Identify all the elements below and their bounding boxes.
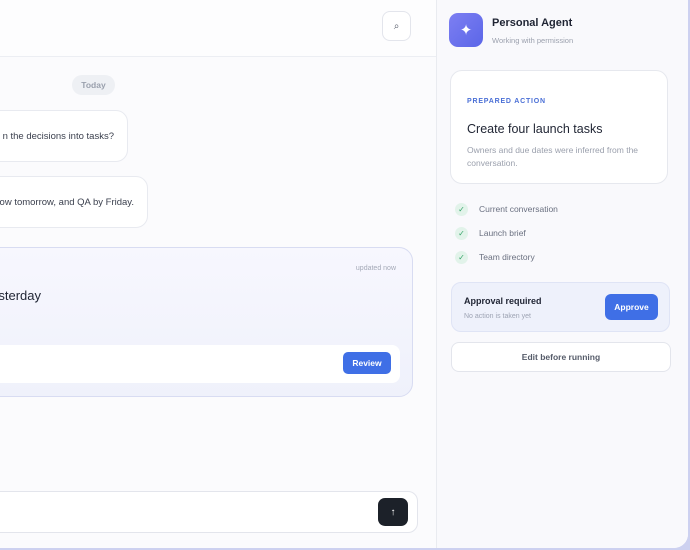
check-icon: ✓ xyxy=(455,250,468,264)
send-button[interactable]: ↑ xyxy=(378,498,408,526)
chat-main: ⌕ Today n the decisions into tasks? ow t… xyxy=(0,0,436,548)
check-icon: ✓ xyxy=(455,226,468,240)
agent-status: Working with permission xyxy=(492,36,574,45)
context-label: Current conversation xyxy=(479,204,558,214)
action-title: Create four launch tasks xyxy=(467,122,603,136)
edit-before-running-button[interactable]: Edit before running xyxy=(451,342,671,372)
context-item: ✓ Current conversation xyxy=(455,202,558,216)
message-text: n the decisions into tasks? xyxy=(2,130,114,142)
agent-name: Personal Agent xyxy=(492,17,573,29)
search-icon: ⌕ xyxy=(393,20,400,32)
context-item: ✓ Team directory xyxy=(455,250,535,264)
message-composer[interactable]: ↑ xyxy=(0,491,418,533)
arrow-up-icon: ↑ xyxy=(390,506,396,518)
prepared-action-card: PREPARED ACTION Create four launch tasks… xyxy=(450,70,668,184)
app-window: ⌕ Today n the decisions into tasks? ow t… xyxy=(0,0,688,548)
approval-title: Approval required xyxy=(464,296,542,306)
chat-header: ⌕ xyxy=(0,0,436,57)
sparkle-icon: ✦ xyxy=(449,13,483,47)
card-title: sterday xyxy=(0,288,41,303)
context-label: Team directory xyxy=(479,252,535,262)
updated-timestamp: updated now xyxy=(355,265,396,272)
check-icon: ✓ xyxy=(455,202,468,216)
agent-panel: ✦ Personal Agent Working with permission… xyxy=(437,0,688,548)
sparkle-glyph: ✦ xyxy=(459,22,473,39)
chat-message: n the decisions into tasks? xyxy=(0,110,128,162)
search-button[interactable]: ⌕ xyxy=(382,11,411,41)
review-button[interactable]: Review xyxy=(343,352,391,374)
approve-button[interactable]: Approve xyxy=(605,294,658,320)
approval-box: Approval required No action is taken yet… xyxy=(451,282,670,332)
message-text: ow tomorrow, and QA by Friday. xyxy=(0,196,134,208)
approval-subtitle: No action is taken yet xyxy=(464,313,531,320)
action-tag: PREPARED ACTION xyxy=(467,98,546,105)
context-label: Launch brief xyxy=(479,228,526,238)
context-item: ✓ Launch brief xyxy=(455,226,526,240)
action-description: Owners and due dates were inferred from … xyxy=(467,145,639,168)
date-divider: Today xyxy=(72,75,115,95)
task-summary-card: updated now sterday Review xyxy=(0,247,413,397)
chat-message: ow tomorrow, and QA by Friday. xyxy=(0,176,148,228)
card-action-row: Review xyxy=(0,345,400,383)
